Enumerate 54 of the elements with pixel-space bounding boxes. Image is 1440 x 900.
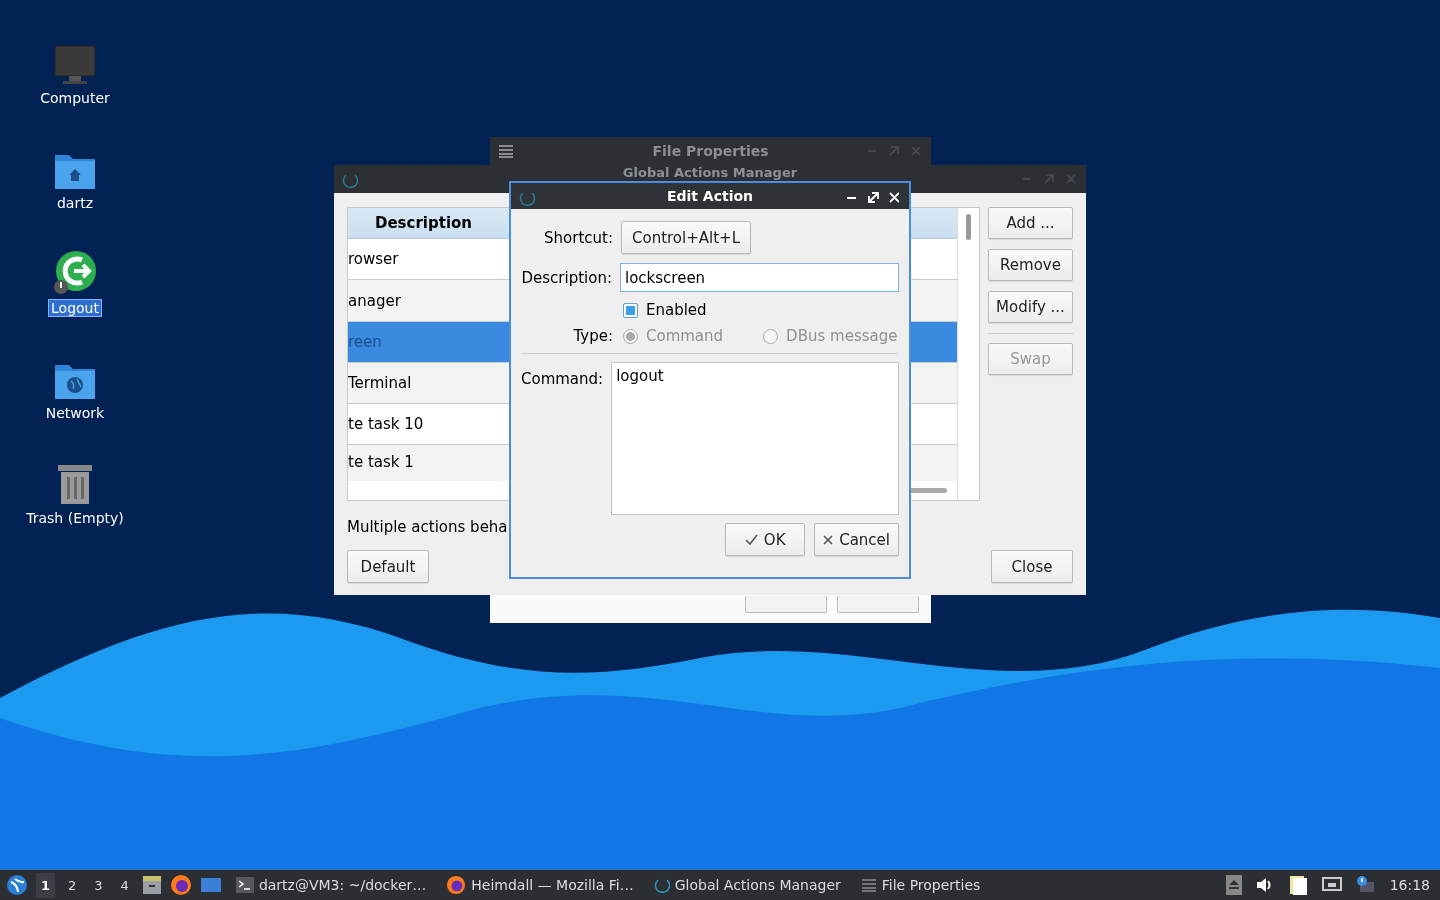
checkbox[interactable] <box>623 302 638 318</box>
firefox-icon <box>446 875 467 895</box>
eject-icon[interactable] <box>1225 875 1242 895</box>
workspace-button[interactable]: 2 <box>63 872 82 898</box>
trash-icon[interactable] <box>55 462 95 506</box>
network-icon[interactable] <box>1321 877 1342 893</box>
checkbox-label[interactable]: Enabled <box>646 301 707 319</box>
monitor-icon[interactable] <box>53 44 97 86</box>
default-button[interactable]: Default <box>347 550 429 583</box>
menu-icon <box>860 878 877 892</box>
scrollbar-thumb[interactable] <box>966 214 971 240</box>
command-label: Command: <box>521 370 604 390</box>
file-cabinet-icon[interactable] <box>141 875 162 895</box>
cancel-button[interactable]: Cancel <box>814 523 899 556</box>
window-title: Edit Action <box>666 188 754 204</box>
shortcut-label: Shortcut: <box>543 228 613 247</box>
notes-icon[interactable] <box>1287 874 1308 896</box>
desktop-icon-label[interactable]: Logout <box>49 300 101 316</box>
description-label: Description: <box>521 268 612 287</box>
clock[interactable]: 16:18 <box>1389 877 1434 893</box>
action-button[interactable]: Add ... <box>988 207 1073 239</box>
desktop-icon-label[interactable]: dartz <box>54 195 96 211</box>
notification-icon[interactable] <box>1355 876 1376 894</box>
firefox-icon[interactable] <box>169 874 192 896</box>
app-icon <box>519 190 535 206</box>
terminal-icon <box>235 877 254 893</box>
action-button[interactable]: Remove <box>988 249 1073 281</box>
description-field[interactable]: lockscreen <box>620 263 899 292</box>
task-button[interactable]: File Properties <box>854 877 987 893</box>
workspace-button[interactable]: 1 <box>36 872 56 898</box>
type-label: Type: <box>572 327 613 345</box>
app-icon <box>342 172 358 188</box>
desktop-icon-label[interactable]: Trash (Empty) <box>24 510 126 526</box>
command-field[interactable]: logout <box>611 362 899 515</box>
logout-icon[interactable] <box>52 250 98 296</box>
task-button[interactable]: Heimdall — Mozilla Fi… <box>440 875 640 895</box>
workspace-button[interactable]: 3 <box>89 872 108 898</box>
workspace-button[interactable]: 4 <box>115 872 134 898</box>
window-title: Global Actions Manager <box>621 165 799 180</box>
desktop-icon[interactable] <box>199 876 222 894</box>
check-icon <box>744 534 758 545</box>
desktop-icon-label[interactable]: Network <box>43 405 107 421</box>
start-menu-icon[interactable] <box>6 874 28 896</box>
app-icon <box>653 877 670 893</box>
task-button[interactable]: dartz@VM3: ~/docker… <box>229 877 433 893</box>
close-icon <box>823 534 834 545</box>
window-title: File Properties <box>652 143 769 159</box>
behaviour-label: Multiple actions beha <box>347 518 509 536</box>
action-button[interactable]: Modify ... <box>988 291 1073 323</box>
close-button[interactable]: Close <box>991 550 1073 583</box>
desktop-icon-label[interactable]: Computer <box>38 90 112 106</box>
ok-button[interactable]: OK <box>725 523 806 556</box>
task-button[interactable]: Global Actions Manager <box>647 877 847 893</box>
shortcut-button[interactable]: Control+Alt+L <box>621 221 751 254</box>
